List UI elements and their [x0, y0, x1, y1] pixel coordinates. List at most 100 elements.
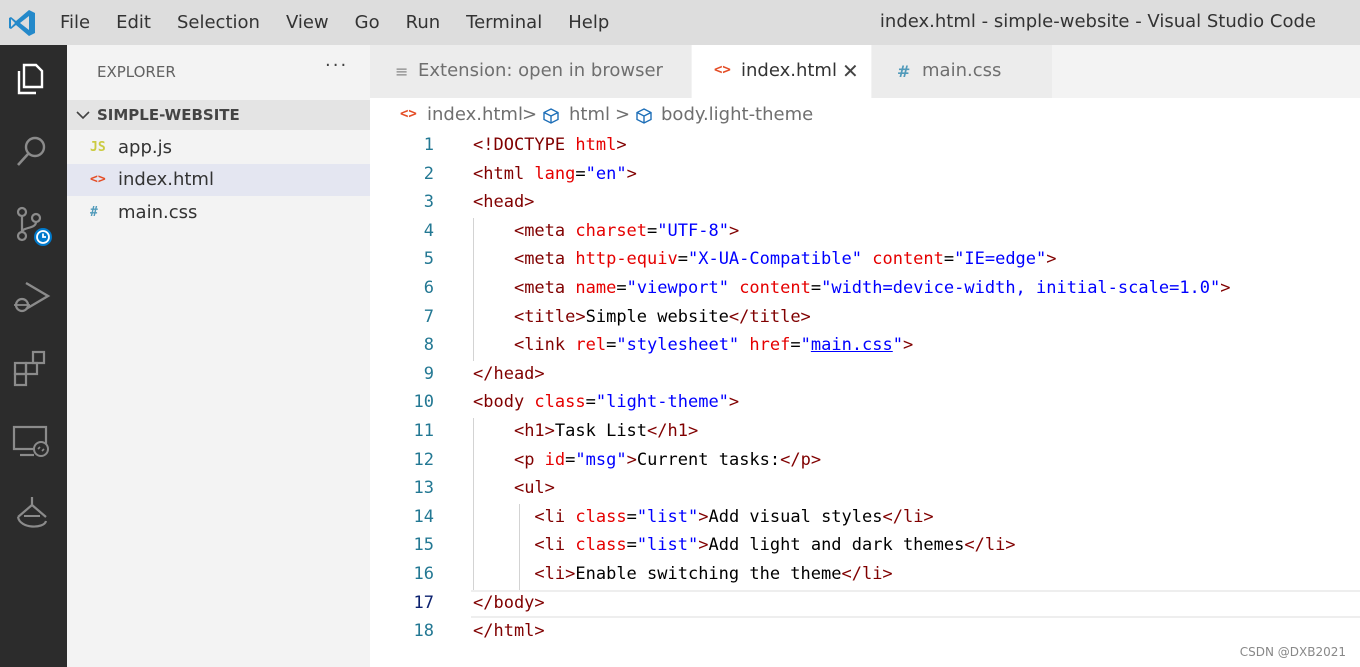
- code-line[interactable]: 18 </html>: [370, 618, 1360, 647]
- code-token: "light-theme": [595, 392, 729, 413]
- code-token: </li>: [841, 564, 893, 584]
- code-line[interactable]: 3 <head>: [370, 189, 1360, 218]
- code-token: <link: [513, 335, 576, 356]
- folder-row[interactable]: SIMPLE-WEBSITE: [67, 100, 370, 130]
- code-token: http-equiv: [575, 249, 678, 270]
- code-token: html: [575, 135, 617, 155]
- chevron-down-icon: [76, 111, 90, 120]
- tab-extension-open-in-browser[interactable]: ≡ Extension: open in browser: [370, 45, 692, 98]
- line-number: 15: [413, 535, 434, 556]
- code-token: Simple website: [585, 306, 729, 327]
- code-token: "msg": [575, 449, 627, 470]
- code-token: Add visual styles: [708, 506, 883, 527]
- watermark: CSDN @DXB2021: [1239, 645, 1346, 659]
- timeline-icon[interactable]: [10, 491, 54, 535]
- code-line[interactable]: 1 <!DOCTYPE html>: [370, 132, 1360, 161]
- code-line[interactable]: 17 </body>: [370, 590, 1360, 619]
- code-token: <!DOCTYPE: [473, 135, 576, 155]
- code-token: <li>: [534, 564, 576, 584]
- code-line[interactable]: 15 <li class="list">Add light and dark t…: [370, 532, 1360, 561]
- more-actions-icon[interactable]: ···: [325, 55, 348, 76]
- menu-run[interactable]: Run: [406, 12, 441, 33]
- code-token: </li>: [964, 535, 1016, 556]
- code-line[interactable]: 12 <p id="msg">Current tasks:</p>: [370, 447, 1360, 476]
- menu-go[interactable]: Go: [355, 12, 380, 33]
- html-file-icon: <>: [400, 106, 417, 122]
- code-token: <meta: [513, 220, 576, 241]
- breadcrumb-separator: >: [615, 104, 631, 125]
- code-token: ": [892, 335, 904, 356]
- code-token: <head>: [473, 192, 535, 213]
- breadcrumb-body[interactable]: body.light-theme: [661, 104, 813, 125]
- code-token: ": [800, 335, 811, 356]
- file-row-index-html[interactable]: <> index.html: [67, 164, 370, 196]
- code-editor[interactable]: 1 <!DOCTYPE html> 2 <html lang="en"> 3 <head>…: [370, 132, 1360, 667]
- code-text: <meta name="viewport" content="width=dev…: [473, 278, 1231, 298]
- code-line[interactable]: 9 </head>: [370, 361, 1360, 390]
- code-token: =: [810, 278, 822, 298]
- file-row-app-js[interactable]: JS app.js: [67, 132, 370, 164]
- code-token: </p>: [780, 449, 822, 470]
- tab-main-css[interactable]: # main.css: [872, 45, 1053, 98]
- code-token: >: [626, 449, 637, 470]
- search-icon[interactable]: [10, 129, 54, 173]
- breadcrumb-file[interactable]: index.html: [427, 104, 523, 125]
- code-token: >: [698, 506, 709, 527]
- menu-help[interactable]: Help: [568, 12, 609, 33]
- tab-index-html[interactable]: <> index.html ✕: [692, 45, 872, 98]
- code-token: =: [790, 335, 801, 356]
- code-text: <h1>Task List</h1>: [473, 421, 698, 441]
- code-token: >: [1220, 278, 1231, 298]
- code-line[interactable]: 13 <ul>: [370, 475, 1360, 504]
- menu-selection[interactable]: Selection: [177, 12, 260, 33]
- code-token: Task List: [554, 421, 648, 441]
- code-line[interactable]: 11 <h1>Task List</h1>: [370, 418, 1360, 447]
- menu-file[interactable]: File: [60, 12, 90, 33]
- code-token: =: [677, 249, 688, 270]
- breadcrumb-html[interactable]: html: [569, 104, 610, 125]
- code-line[interactable]: 5 <meta http-equiv="X-UA-Compatible" con…: [370, 246, 1360, 275]
- code-token: >: [698, 535, 709, 556]
- code-line[interactable]: 6 <meta name="viewport" content="width=d…: [370, 275, 1360, 304]
- code-token: <p: [513, 449, 545, 470]
- code-token: charset: [575, 220, 648, 241]
- folder-name: SIMPLE-WEBSITE: [97, 106, 240, 124]
- code-line[interactable]: 8 <link rel="stylesheet" href="main.css"…: [370, 332, 1360, 361]
- window-title: index.html - simple-website - Visual Stu…: [879, 11, 1316, 32]
- close-icon[interactable]: ✕: [842, 59, 859, 83]
- code-text: <ul>: [473, 478, 555, 498]
- code-token: >: [1046, 249, 1057, 270]
- code-text: </head>: [473, 364, 545, 384]
- code-token: "X-UA-Compatible": [687, 249, 862, 270]
- run-debug-icon[interactable]: [10, 275, 54, 319]
- code-line[interactable]: 4 <meta charset="UTF-8">: [370, 218, 1360, 247]
- line-number: 2: [423, 163, 434, 184]
- line-number: 6: [423, 278, 434, 298]
- code-token: "list": [636, 535, 699, 556]
- code-token: =: [606, 335, 617, 356]
- line-number: 16: [413, 564, 434, 584]
- menu-edit[interactable]: Edit: [116, 12, 151, 33]
- source-control-icon[interactable]: [10, 203, 54, 247]
- file-row-main-css[interactable]: # main.css: [67, 197, 370, 229]
- line-number: 4: [423, 220, 434, 241]
- code-line[interactable]: 7 <title>Simple website</title>: [370, 304, 1360, 333]
- menu-view[interactable]: View: [286, 12, 329, 33]
- code-line[interactable]: 2 <html lang="en">: [370, 161, 1360, 190]
- code-line[interactable]: 10 <body class="light-theme">: [370, 389, 1360, 418]
- menu-terminal[interactable]: Terminal: [466, 12, 542, 33]
- code-text: <html lang="en">: [473, 164, 637, 184]
- code-token: <meta: [513, 249, 576, 270]
- remote-explorer-icon[interactable]: [10, 419, 54, 463]
- code-line[interactable]: 14 <li class="list">Add visual styles</l…: [370, 504, 1360, 533]
- code-line[interactable]: 16 <li>Enable switching the theme</li>: [370, 561, 1360, 590]
- code-token: id: [544, 449, 566, 470]
- extensions-icon[interactable]: [10, 347, 54, 391]
- explorer-icon[interactable]: [10, 57, 54, 101]
